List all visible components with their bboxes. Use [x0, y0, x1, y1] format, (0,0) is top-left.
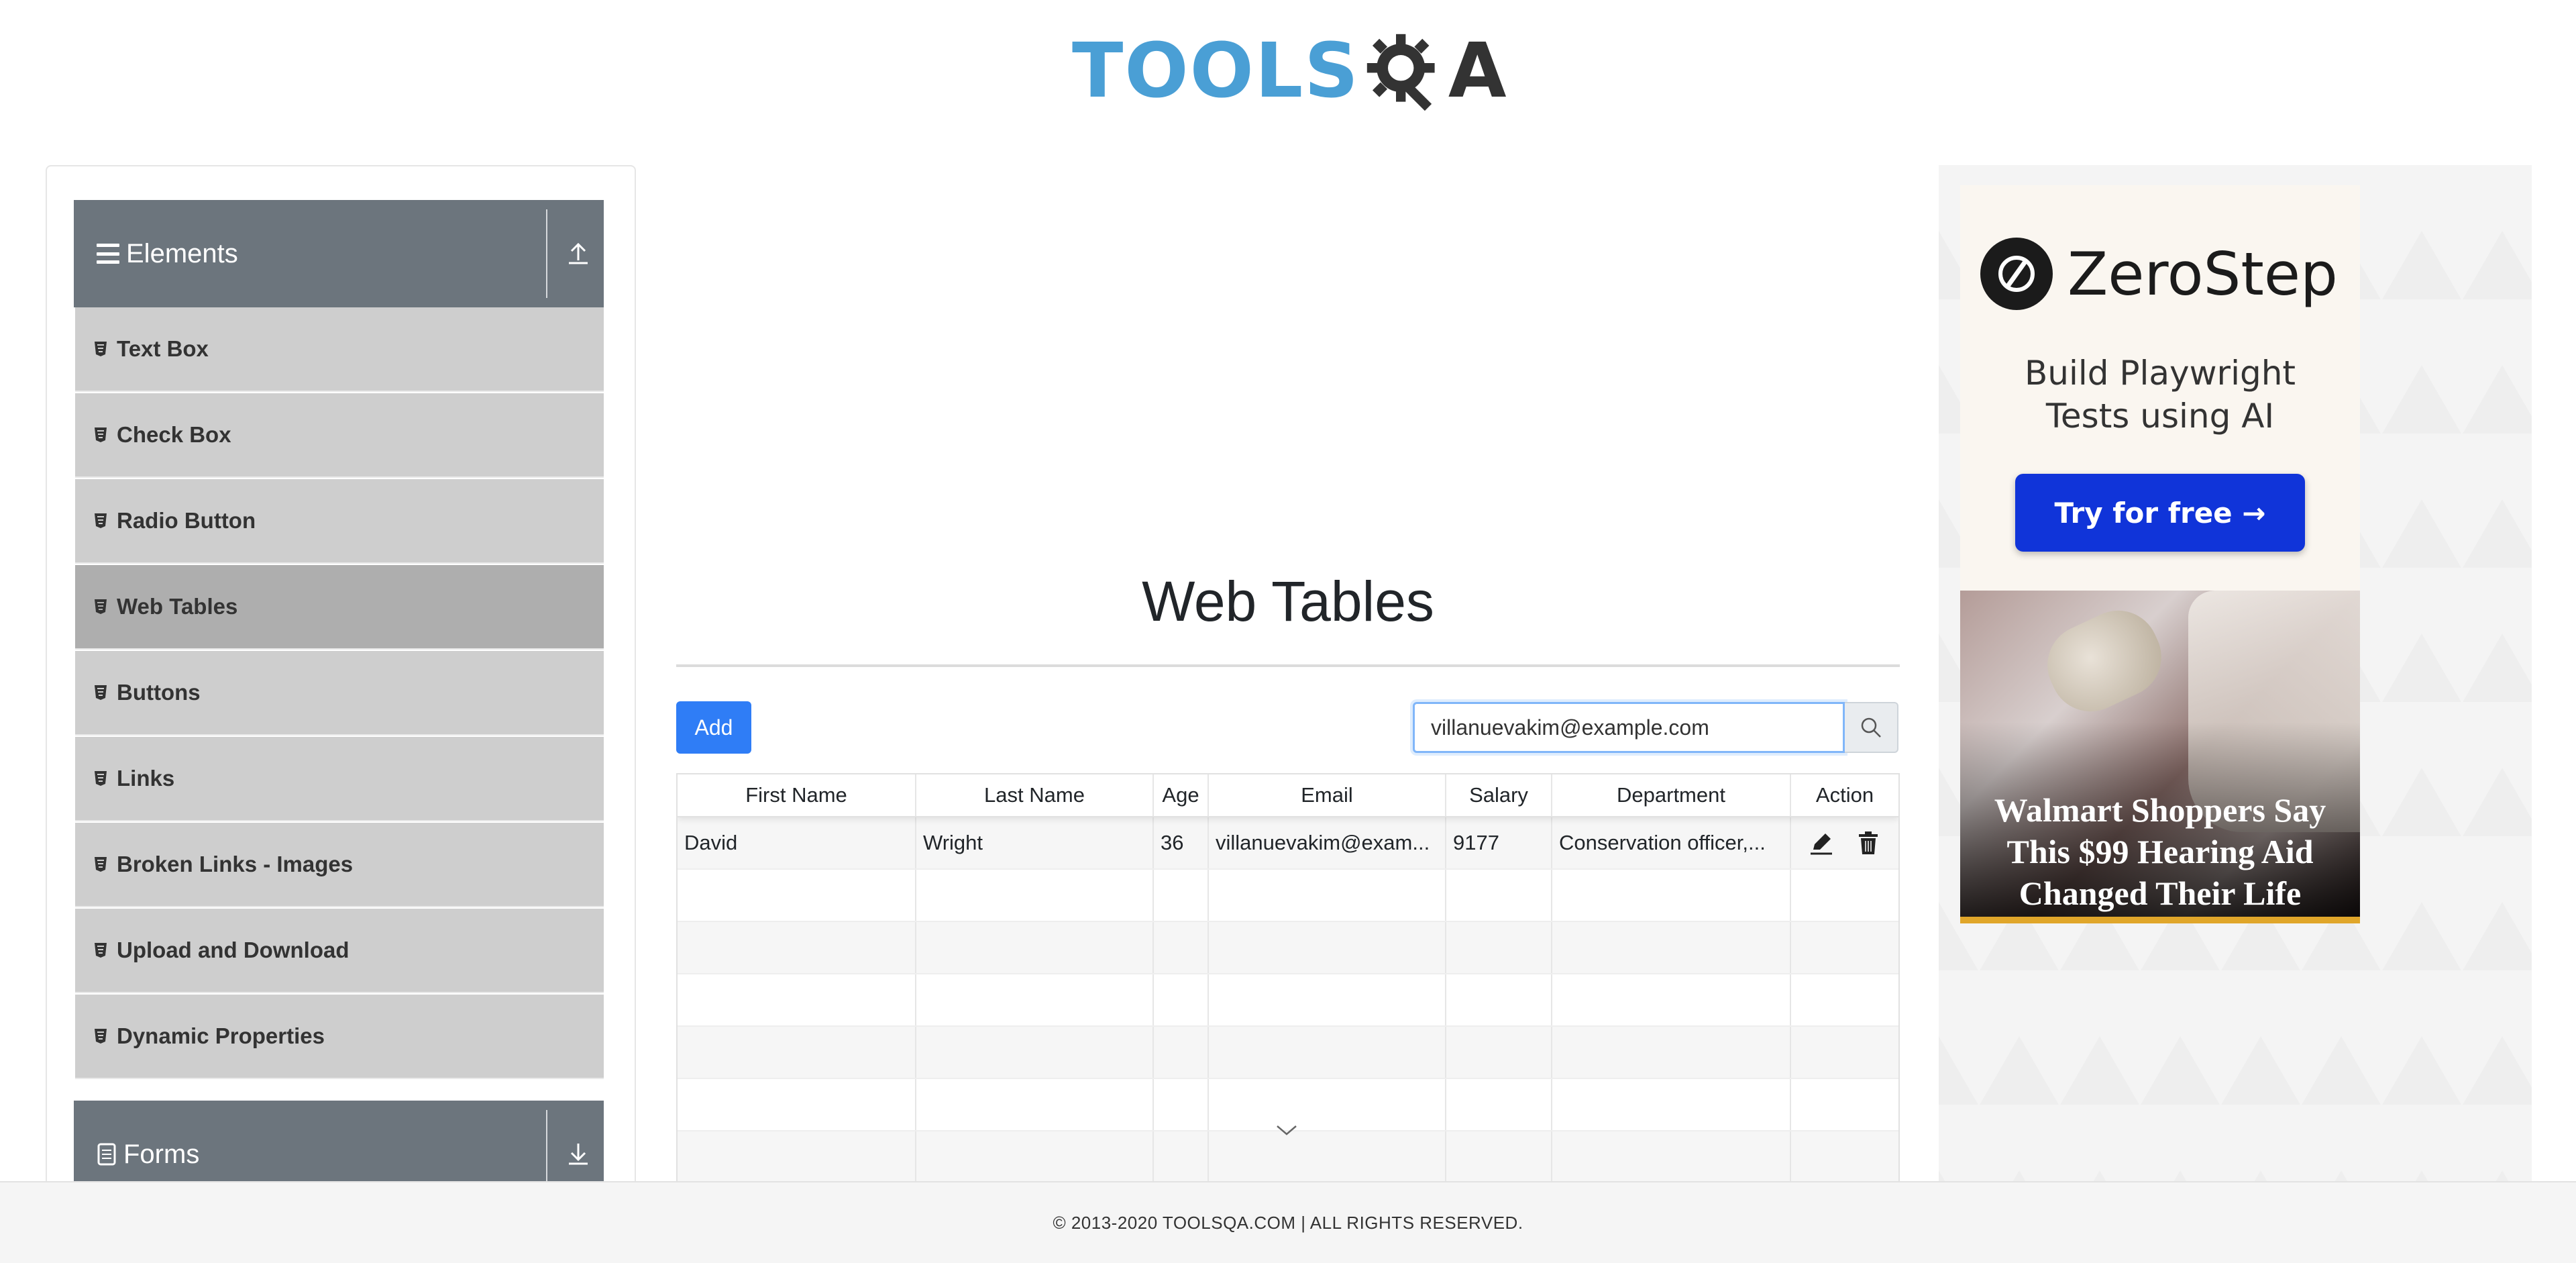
advertisement[interactable]: ZeroStep Build Playwright Tests using AI… — [1960, 185, 2360, 923]
sidebar-item-web-tables[interactable]: Web Tables — [75, 565, 604, 650]
ad-headline: Walmart Shoppers Say This $99 Hearing Ai… — [1960, 789, 2360, 914]
sidebar-item-label: Check Box — [117, 422, 231, 447]
sidebar-item-label: Text Box — [117, 336, 209, 361]
search-input[interactable] — [1413, 702, 1845, 753]
ad-column: ZeroStep Build Playwright Tests using AI… — [1939, 165, 2532, 1263]
cell-last-name: Wright — [916, 817, 1154, 868]
logo-text-tools: TOOLS — [1072, 28, 1360, 115]
gear-search-icon — [1366, 34, 1435, 111]
table-row-empty — [678, 922, 1898, 974]
header-divider — [546, 209, 547, 298]
expand-down-icon[interactable] — [566, 1141, 590, 1168]
table-header: First Name Last Name Age Email Salary De… — [678, 774, 1898, 817]
cell-first-name: David — [678, 817, 916, 868]
ad-tagline-line: Tests using AI — [2045, 397, 2275, 436]
html5-icon — [95, 771, 107, 786]
table-row-empty — [678, 1027, 1898, 1079]
sidebar-item-buttons[interactable]: Buttons — [75, 651, 604, 736]
try-for-free-button[interactable]: Try for free → — [2015, 474, 2305, 552]
ad-slot-empty — [676, 165, 1900, 541]
cell-age: 36 — [1154, 817, 1209, 868]
menu-icon — [97, 244, 119, 264]
sidebar-item-radio-button[interactable]: Radio Button — [75, 479, 604, 564]
edit-pencil-icon[interactable] — [1808, 829, 1835, 856]
zerostep-logo: ZeroStep — [1980, 238, 2338, 310]
toolsqa-logo[interactable]: TOOLS A — [1072, 19, 1508, 123]
document-icon — [97, 1143, 116, 1166]
table-row-empty — [678, 974, 1898, 1027]
cell-salary: 9177 — [1446, 817, 1552, 868]
search-box — [1413, 702, 1898, 753]
column-header-salary[interactable]: Salary — [1446, 774, 1552, 816]
html5-icon — [95, 513, 107, 528]
chevron-down-icon[interactable] — [1275, 1122, 1299, 1138]
sidebar-item-label: Broken Links - Images — [117, 852, 354, 876]
sidebar-group-label: Forms — [123, 1139, 200, 1169]
collapse-up-icon[interactable] — [566, 240, 590, 267]
sidebar-item-dynamic-properties[interactable]: Dynamic Properties — [75, 995, 604, 1079]
page-title: Web Tables — [1142, 570, 1434, 633]
sidebar-item-links[interactable]: Links — [75, 737, 604, 821]
zerostep-brand: ZeroStep — [2068, 239, 2338, 309]
html5-icon — [95, 685, 107, 700]
title-divider — [676, 664, 1900, 667]
sidebar-item-upload-download[interactable]: Upload and Download — [75, 909, 604, 993]
search-icon — [1861, 717, 1881, 738]
html5-icon — [95, 857, 107, 872]
zerostep-mark-icon — [1980, 238, 2053, 310]
sidebar-menu: Text Box Check Box Radio Button Web Tabl… — [75, 307, 604, 1080]
delete-trash-icon[interactable] — [1855, 829, 1882, 856]
column-header-first-name[interactable]: First Name — [678, 774, 916, 816]
column-header-email[interactable]: Email — [1209, 774, 1446, 816]
html5-icon — [95, 427, 107, 442]
ad-headline-line: Changed Their Life — [2019, 874, 2302, 912]
ad-tagline-line: Build Playwright — [2024, 354, 2296, 393]
sidebar-item-broken-links[interactable]: Broken Links - Images — [75, 823, 604, 907]
sidebar-item-label: Upload and Download — [117, 938, 350, 962]
sidebar-group-label: Elements — [126, 238, 238, 268]
sidebar-item-label: Web Tables — [117, 594, 238, 619]
search-button[interactable] — [1845, 702, 1898, 753]
hearing-aid-image — [2034, 597, 2175, 725]
column-header-last-name[interactable]: Last Name — [916, 774, 1154, 816]
sidebar-item-label: Radio Button — [117, 508, 256, 533]
html5-icon — [95, 1029, 107, 1044]
ad-headline-line: This $99 Hearing Aid — [2006, 833, 2314, 870]
add-button[interactable]: Add — [676, 701, 751, 754]
sidebar-item-label: Buttons — [117, 680, 201, 705]
cell-department: Conservation officer,... — [1552, 817, 1791, 868]
column-header-department[interactable]: Department — [1552, 774, 1791, 816]
cell-action — [1791, 817, 1898, 868]
column-header-age[interactable]: Age — [1154, 774, 1209, 816]
ad-zerostep[interactable]: ZeroStep Build Playwright Tests using AI… — [1960, 185, 2360, 591]
sidebar-group-elements[interactable]: Elements — [74, 200, 604, 307]
html5-icon — [95, 599, 107, 614]
column-header-action: Action — [1815, 783, 1874, 807]
ad-headline-line: Walmart Shoppers Say — [1994, 791, 2326, 829]
sidebar-item-text-box[interactable]: Text Box — [75, 307, 604, 392]
sidebar-item-label: Links — [117, 766, 175, 791]
ad-accent-bar — [1960, 917, 2360, 923]
sidebar-item-check-box[interactable]: Check Box — [75, 393, 604, 478]
footer-copyright: © 2013-2020 TOOLSQA.COM | ALL RIGHTS RES… — [1053, 1212, 1523, 1233]
sidebar-item-label: Dynamic Properties — [117, 1023, 325, 1048]
table-row-empty — [678, 870, 1898, 922]
logo-text-a: A — [1448, 28, 1508, 115]
table-row-empty — [678, 1131, 1898, 1184]
ad-hearing-aid[interactable]: Walmart Shoppers Say This $99 Hearing Ai… — [1960, 591, 2360, 923]
cell-email: villanuevakim@exam... — [1209, 817, 1446, 868]
footer: © 2013-2020 TOOLSQA.COM | ALL RIGHTS RES… — [0, 1181, 2576, 1263]
html5-icon — [95, 943, 107, 958]
table-row: David Wright 36 villanuevakim@exam... 91… — [678, 817, 1898, 870]
html5-icon — [95, 342, 107, 356]
ad-tagline: Build Playwright Tests using AI — [1960, 352, 2360, 438]
